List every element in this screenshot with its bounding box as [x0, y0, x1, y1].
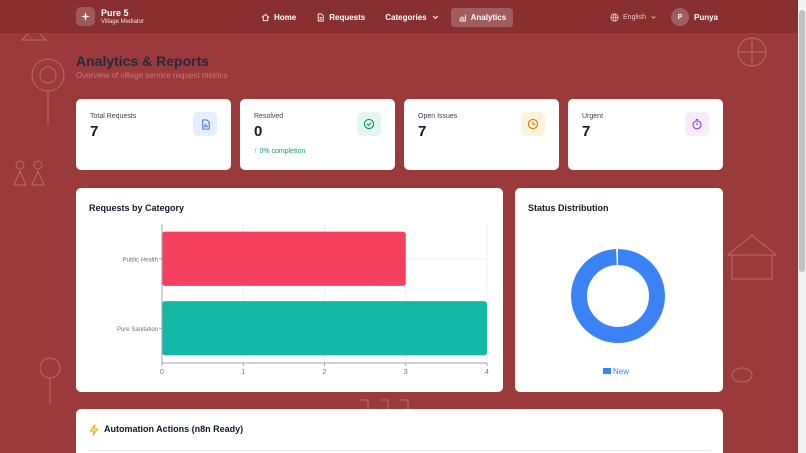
top-navbar: Pure 5 Village Mediator Home Requests Ca…	[0, 0, 806, 34]
brand[interactable]: Pure 5 Village Mediator	[76, 7, 144, 26]
stat-card-open-issues: Open Issues 7	[404, 99, 559, 170]
page-subtitle: Overview of village service request metr…	[76, 71, 228, 80]
language-selector[interactable]: English	[610, 12, 657, 22]
brand-subtitle: Village Mediator	[101, 18, 144, 25]
user-name: Punya	[693, 12, 718, 22]
y-tick-label: Public Health	[123, 257, 158, 263]
brand-title: Pure 5	[101, 7, 129, 18]
page-title: Analytics & Reports	[76, 53, 210, 69]
scrollbar-thumb[interactable]	[799, 10, 805, 272]
sparkle-logo-icon	[76, 7, 95, 26]
legend-label[interactable]: New	[613, 367, 629, 376]
document-icon	[318, 13, 324, 22]
requests-by-category-chart: 0 1 2 3 4 Public Health Pure Sanitation	[117, 224, 489, 376]
bar-pure-sanitation[interactable]	[162, 301, 487, 356]
x-tick-label: 0	[160, 369, 164, 376]
requests-by-category-panel: Requests by Category 0 1 2 3 4 Public Health P…	[76, 188, 503, 392]
stat-card-total-requests: Total Requests 7	[76, 99, 231, 170]
nav-categories-dropdown[interactable]: Categories	[378, 8, 446, 27]
nav-analytics-label: Analytics	[470, 13, 507, 22]
x-tick-label: 1	[241, 369, 245, 376]
status-distribution-chart: New	[571, 249, 665, 376]
stopwatch-icon	[685, 112, 709, 136]
stat-card-resolved: Resolved 0 ↑ 0% completion	[240, 99, 395, 170]
x-tick-label: 3	[404, 369, 408, 376]
chevron-down-icon	[651, 15, 656, 19]
panel-divider	[89, 450, 710, 451]
nav-home-link[interactable]: Home	[254, 8, 303, 27]
nav-home-label: Home	[274, 13, 297, 22]
legend-swatch	[603, 368, 611, 374]
nav-links: Home Requests Categories Analytics	[254, 8, 514, 27]
page-scrollbar[interactable]	[798, 0, 806, 453]
user-menu[interactable]: P Punya	[670, 8, 718, 26]
nav-requests-label: Requests	[329, 13, 366, 22]
bar-chart-icon	[458, 14, 466, 22]
globe-icon	[610, 12, 619, 22]
slice-new[interactable]	[571, 249, 665, 343]
panel-title: Automation Actions (n8n Ready)	[104, 424, 244, 434]
avatar: P	[670, 8, 689, 26]
bar-public-health[interactable]	[162, 231, 406, 286]
x-tick-label: 4	[485, 369, 489, 376]
clock-icon	[521, 112, 545, 136]
chevron-down-icon	[432, 15, 438, 20]
stat-card-urgent: Urgent 7	[568, 99, 723, 170]
y-tick-label: Pure Sanitation	[117, 327, 158, 333]
automation-actions-panel: Automation Actions (n8n Ready)	[76, 409, 723, 453]
nav-right: English P Punya	[610, 8, 718, 26]
nav-requests-link[interactable]: Requests	[309, 8, 372, 27]
language-label: English	[623, 13, 646, 21]
lightning-icon	[89, 424, 99, 436]
completion-note: ↑ 0% completion	[254, 148, 306, 155]
home-icon	[261, 13, 270, 22]
x-tick-label: 2	[323, 369, 327, 376]
check-circle-icon	[357, 112, 381, 136]
status-distribution-panel: Status Distribution New	[515, 188, 723, 392]
nav-categories-label: Categories	[385, 13, 427, 22]
nav-analytics-link[interactable]: Analytics	[450, 8, 514, 27]
document-chart-icon	[193, 112, 217, 136]
